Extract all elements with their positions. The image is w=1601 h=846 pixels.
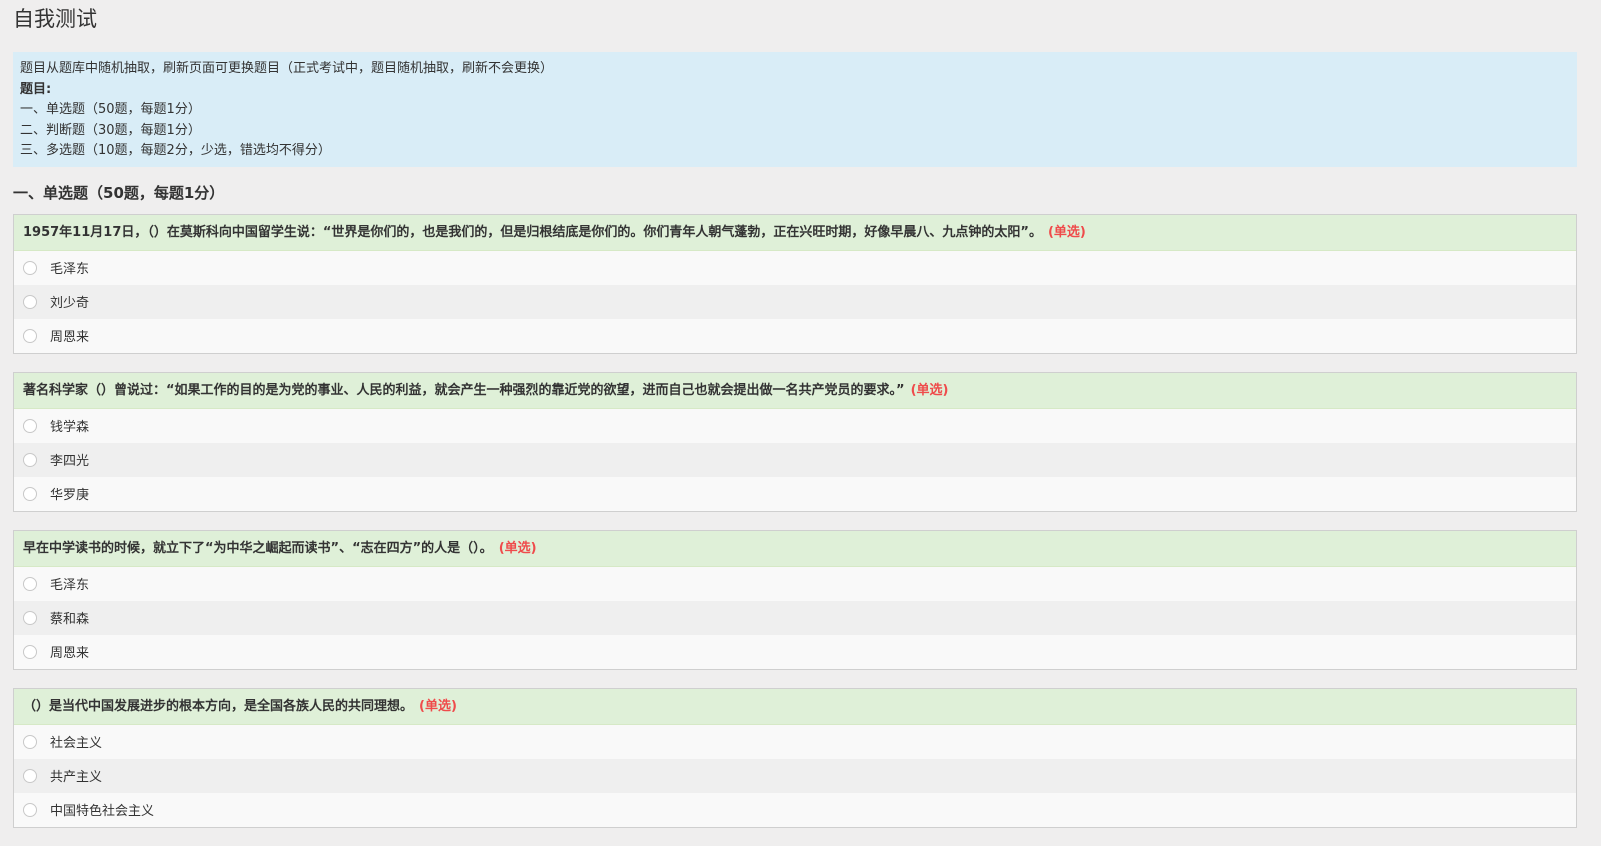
question-text: （）是当代中国发展进步的根本方向，是全国各族人民的共同理想。 (23, 698, 414, 714)
question-card: 1957年11月17日，（）在莫斯科向中国留学生说：“世界是你们的，也是我们的，… (13, 213, 1577, 354)
option-label: 蔡和森 (50, 612, 90, 627)
option-label: 社会主义 (50, 736, 103, 751)
question-type-label: (单选) (1047, 224, 1086, 240)
answer-option[interactable]: 毛泽东 (14, 251, 1576, 285)
question-type-label: (单选) (498, 540, 537, 556)
option-label: 周恩来 (50, 646, 90, 661)
question-text: 1957年11月17日，（）在莫斯科向中国留学生说：“世界是你们的，也是我们的，… (23, 224, 1042, 240)
question-header: 早在中学读书的时候，就立下了“为中华之崛起而读书”、“志在四方”的人是（）。 (单… (14, 530, 1576, 567)
notice-heading: 题目: (20, 81, 52, 97)
section-title: 一、单选题（50题，每题1分） (13, 183, 225, 202)
question-header: （）是当代中国发展进步的根本方向，是全国各族人民的共同理想。 (单选) (14, 688, 1576, 725)
radio-icon[interactable] (23, 260, 37, 275)
answer-option[interactable]: 刘少奇 (14, 284, 1576, 319)
option-label: 刘少奇 (50, 296, 90, 311)
radio-icon[interactable] (23, 644, 37, 659)
radio-icon[interactable] (23, 328, 37, 343)
option-label: 李四光 (50, 454, 90, 469)
option-label: 钱学森 (50, 420, 90, 435)
notice-line-true-false: 二、判断题（30题，每题1分） (20, 122, 201, 138)
answer-option[interactable]: 毛泽东 (14, 567, 1576, 601)
answer-option[interactable]: 社会主义 (14, 725, 1576, 759)
question-card: 早在中学读书的时候，就立下了“为中华之崛起而读书”、“志在四方”的人是（）。 (单… (13, 529, 1577, 670)
question-header: 著名科学家（）曾说过：“如果工作的目的是为党的事业、人民的利益，就会产生一种强烈… (14, 372, 1576, 409)
option-label: 毛泽东 (50, 578, 90, 593)
answer-option[interactable]: 蔡和森 (14, 600, 1576, 635)
answer-option[interactable]: 李四光 (14, 442, 1576, 477)
question-type-label: (单选) (910, 382, 949, 398)
answer-option[interactable]: 周恩来 (14, 319, 1576, 353)
radio-icon[interactable] (23, 418, 37, 433)
radio-icon[interactable] (23, 802, 37, 817)
radio-icon[interactable] (23, 486, 37, 501)
answer-option[interactable]: 周恩来 (14, 635, 1576, 669)
exam-notice: 题目从题库中随机抽取，刷新页面可更换题目（正式考试中，题目随机抽取，刷新不会更换… (13, 52, 1577, 167)
radio-icon[interactable] (23, 576, 37, 591)
radio-icon[interactable] (23, 768, 37, 783)
answer-option[interactable]: 钱学森 (14, 409, 1576, 443)
option-label: 共产主义 (50, 770, 103, 785)
question-text: 早在中学读书的时候，就立下了“为中华之崛起而读书”、“志在四方”的人是（）。 (23, 540, 493, 556)
radio-icon[interactable] (23, 452, 37, 467)
exam-page: 自我测试 题目从题库中随机抽取，刷新页面可更换题目（正式考试中，题目随机抽取，刷… (13, 0, 1577, 828)
question-card: （）是当代中国发展进步的根本方向，是全国各族人民的共同理想。 (单选) 社会主义 … (13, 687, 1577, 828)
notice-intro: 题目从题库中随机抽取，刷新页面可更换题目（正式考试中，题目随机抽取，刷新不会更换… (20, 61, 554, 76)
question-type-label: (单选) (419, 698, 457, 714)
radio-icon[interactable] (23, 734, 37, 749)
answer-option[interactable]: 中国特色社会主义 (14, 793, 1576, 827)
page-title: 自我测试 (13, 7, 97, 31)
question-card: 著名科学家（）曾说过：“如果工作的目的是为党的事业、人民的利益，就会产生一种强烈… (13, 371, 1577, 512)
option-label: 周恩来 (50, 330, 90, 345)
answer-option[interactable]: 共产主义 (14, 758, 1576, 793)
option-label: 华罗庚 (50, 488, 90, 503)
option-label: 毛泽东 (50, 262, 90, 277)
question-text: 著名科学家（）曾说过：“如果工作的目的是为党的事业、人民的利益，就会产生一种强烈… (23, 382, 905, 398)
notice-line-single-choice: 一、单选题（50题，每题1分） (20, 102, 201, 117)
radio-icon[interactable] (23, 294, 37, 309)
answer-option[interactable]: 华罗庚 (14, 477, 1576, 511)
option-label: 中国特色社会主义 (50, 804, 155, 819)
question-header: 1957年11月17日，（）在莫斯科向中国留学生说：“世界是你们的，也是我们的，… (14, 214, 1576, 251)
notice-line-multiple-choice: 三、多选题（10题，每题2分，少选，错选均不得分） (20, 143, 331, 158)
radio-icon[interactable] (23, 610, 37, 625)
